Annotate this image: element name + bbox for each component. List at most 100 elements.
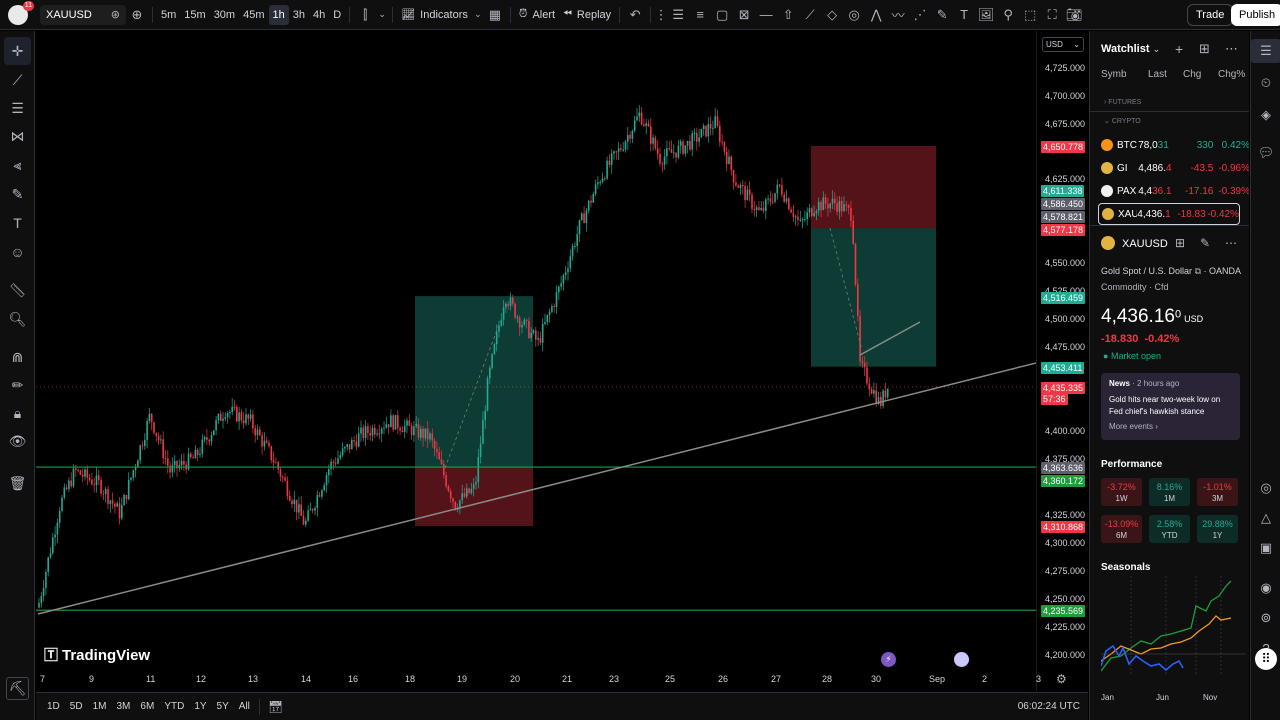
rectangle-icon[interactable]: ▢: [711, 5, 733, 25]
fib-retracement-icon[interactable]: ☰: [667, 5, 689, 25]
lock-icon[interactable]: 🔒︎: [0, 399, 35, 427]
trend-line-icon[interactable]: ⟋: [799, 5, 821, 25]
forecast-icon[interactable]: ⬚: [1019, 5, 1041, 25]
ideas-icon[interactable]: △: [1251, 506, 1280, 530]
range-1y[interactable]: 1Y: [189, 701, 211, 712]
pattern-icon[interactable]: ◇: [821, 5, 843, 25]
more-options-icon[interactable]: ⋯: [1225, 41, 1238, 57]
undo-icon[interactable]: ↶: [624, 5, 646, 25]
range-ytd[interactable]: YTD: [159, 701, 189, 712]
image-icon[interactable]: 🖼︎: [975, 5, 997, 25]
long-position-icon[interactable]: ⊠: [733, 5, 755, 25]
chevron-down-icon[interactable]: ⌄: [472, 5, 484, 25]
candle-type-icon[interactable]: ⫿: [354, 5, 376, 25]
broadcast-icon[interactable]: ⊚: [1251, 606, 1280, 630]
zoom-in-icon[interactable]: 🔍︎: [0, 305, 35, 333]
perf-1w[interactable]: -3.72% 1W: [1101, 478, 1142, 506]
crosshair-icon[interactable]: ✛: [4, 37, 31, 65]
perf-1m[interactable]: 8.16% 1M: [1149, 478, 1190, 506]
lock-drawing-icon[interactable]: ✏: [0, 371, 35, 399]
watchlist-title[interactable]: Watchlist ⌄: [1101, 43, 1160, 55]
more-events-link[interactable]: More events ›: [1109, 422, 1158, 431]
drag-handle-icon[interactable]: ⋮: [655, 5, 668, 25]
text-tool-icon[interactable]: T: [0, 209, 35, 237]
advanced-view-icon[interactable]: ⊞: [1199, 41, 1210, 57]
date-range-icon[interactable]: 📅︎: [268, 700, 283, 714]
watchlist-icon[interactable]: ☰: [1251, 39, 1280, 63]
news-headline[interactable]: Gold hits near two-week low on Fed chief…: [1109, 394, 1234, 418]
group-crypto[interactable]: ⌄ CRYPTO: [1104, 117, 1141, 125]
perf-6m[interactable]: -13.09% 6M: [1101, 515, 1142, 543]
timeframe-1h[interactable]: 1h: [268, 4, 289, 25]
timeframe-30m[interactable]: 30m: [210, 5, 239, 25]
pin-icon[interactable]: ⚲: [997, 5, 1019, 25]
stream-icon[interactable]: ◉: [1251, 576, 1280, 600]
perf-ytd[interactable]: 2.58% YTD: [1149, 515, 1190, 543]
range-3m[interactable]: 3M: [112, 701, 136, 712]
symbol-search[interactable]: XAUUSD ⊛: [40, 4, 126, 25]
trade-button[interactable]: Trade: [1187, 4, 1234, 26]
alerts-clock-icon[interactable]: ⏲: [1251, 71, 1280, 95]
watchlist-row-btc[interactable]: BTC 78,031 330 0.42%: [1090, 134, 1249, 156]
range-1d[interactable]: 1D: [42, 701, 65, 712]
magnet-icon[interactable]: ⋒: [0, 343, 35, 371]
currency-selector[interactable]: USD ⌄: [1042, 37, 1084, 52]
watchlist-row-xau[interactable]: XAU 4,436.1 -18.83 -0.42%: [1098, 203, 1240, 225]
group-futures[interactable]: › FUTURES: [1104, 99, 1141, 106]
horizontal-line-icon[interactable]: —: [755, 5, 777, 25]
forecast-tool-icon[interactable]: ⫷: [0, 151, 35, 179]
chat-icon[interactable]: 💬︎: [1251, 141, 1280, 165]
more-options-icon[interactable]: ⋯: [1225, 236, 1237, 250]
range-1m[interactable]: 1M: [88, 701, 112, 712]
indicators-button[interactable]: 📈︎ Indicators: [397, 5, 472, 25]
perf-1y[interactable]: 29.88% 1Y: [1197, 515, 1238, 543]
watchlist-row-gi[interactable]: GI 4,486.4 -43.5 -0.96%: [1090, 157, 1249, 179]
timeframe-45m[interactable]: 45m: [239, 5, 268, 25]
col-chgp[interactable]: Chg%: [1218, 69, 1245, 80]
range-5d[interactable]: 5D: [65, 701, 88, 712]
us-event-icon[interactable]: 🇺: [954, 652, 969, 667]
target-icon[interactable]: ◎: [1251, 476, 1280, 500]
layers-icon[interactable]: ◈: [1251, 103, 1280, 127]
wave-icon[interactable]: 〰: [887, 5, 909, 25]
fullscreen-icon[interactable]: ⛶: [1041, 5, 1063, 25]
cycle-icon[interactable]: ◎: [843, 5, 865, 25]
eye-icon[interactable]: 👁︎: [0, 427, 35, 455]
timeframe-15m[interactable]: 15m: [180, 5, 209, 25]
timeframe-5m[interactable]: 5m: [157, 5, 180, 25]
price-chart[interactable]: [36, 31, 1036, 691]
timeframe-D[interactable]: D: [329, 5, 345, 25]
elliott-icon[interactable]: ⋰: [909, 5, 931, 25]
seasonals-chart[interactable]: [1101, 576, 1246, 676]
watchlist-row-pax[interactable]: PAX 4,436.1 -17.16 -0.39%: [1090, 180, 1249, 202]
trend-line-tool-icon[interactable]: ⟋: [0, 66, 35, 94]
horizontal-lines-icon[interactable]: ≡: [689, 5, 711, 25]
emoji-icon[interactable]: ☺: [0, 238, 35, 266]
range-5y[interactable]: 5Y: [212, 701, 234, 712]
apps-grid-icon[interactable]: ⠿: [1255, 648, 1277, 670]
range-6m[interactable]: 6M: [135, 701, 159, 712]
compare-plus-icon[interactable]: ⊕: [126, 5, 148, 25]
camera-icon[interactable]: 📷︎: [1063, 5, 1085, 25]
xabcd-icon[interactable]: ⋀: [865, 5, 887, 25]
alert-button[interactable]: ⏰︎ Alert: [515, 5, 559, 25]
ruler-icon[interactable]: 📏︎: [0, 276, 35, 304]
fib-tool-icon[interactable]: ☰: [0, 94, 35, 122]
perf-3m[interactable]: -1.01% 3M: [1197, 478, 1238, 506]
time-axis[interactable]: 7 9 11 12 13 14 16 18 19 20 21 23 25 26 27 28 30 Sep 2 3: [36, 668, 1088, 692]
chevron-down-icon[interactable]: ⌄: [376, 5, 388, 25]
trash-icon[interactable]: 🗑︎: [0, 469, 35, 497]
object-tree-icon[interactable]: ⛏: [6, 677, 29, 700]
add-symbol-icon[interactable]: +: [1175, 41, 1183, 57]
news-card[interactable]: News · 2 hours ago Gold hits near two-we…: [1101, 373, 1240, 440]
col-symbol[interactable]: Symb: [1101, 69, 1127, 80]
layout-grid-icon[interactable]: ▦: [484, 5, 506, 25]
edit-icon[interactable]: ✎: [1200, 236, 1210, 250]
price-axis[interactable]: USD ⌄ 4,725.000 4,700.000 4,675.000 4,625.00…: [1036, 31, 1088, 691]
flash-event-icon[interactable]: ⚡︎: [881, 652, 896, 667]
detail-symbol[interactable]: XAUUSD: [1122, 238, 1168, 250]
calendar-icon[interactable]: ▣: [1251, 536, 1280, 560]
utc-clock[interactable]: 06:02:24 UTC: [1018, 701, 1080, 712]
col-last[interactable]: Last: [1148, 69, 1167, 80]
replay-button[interactable]: ⏪︎ Replay: [559, 5, 615, 25]
